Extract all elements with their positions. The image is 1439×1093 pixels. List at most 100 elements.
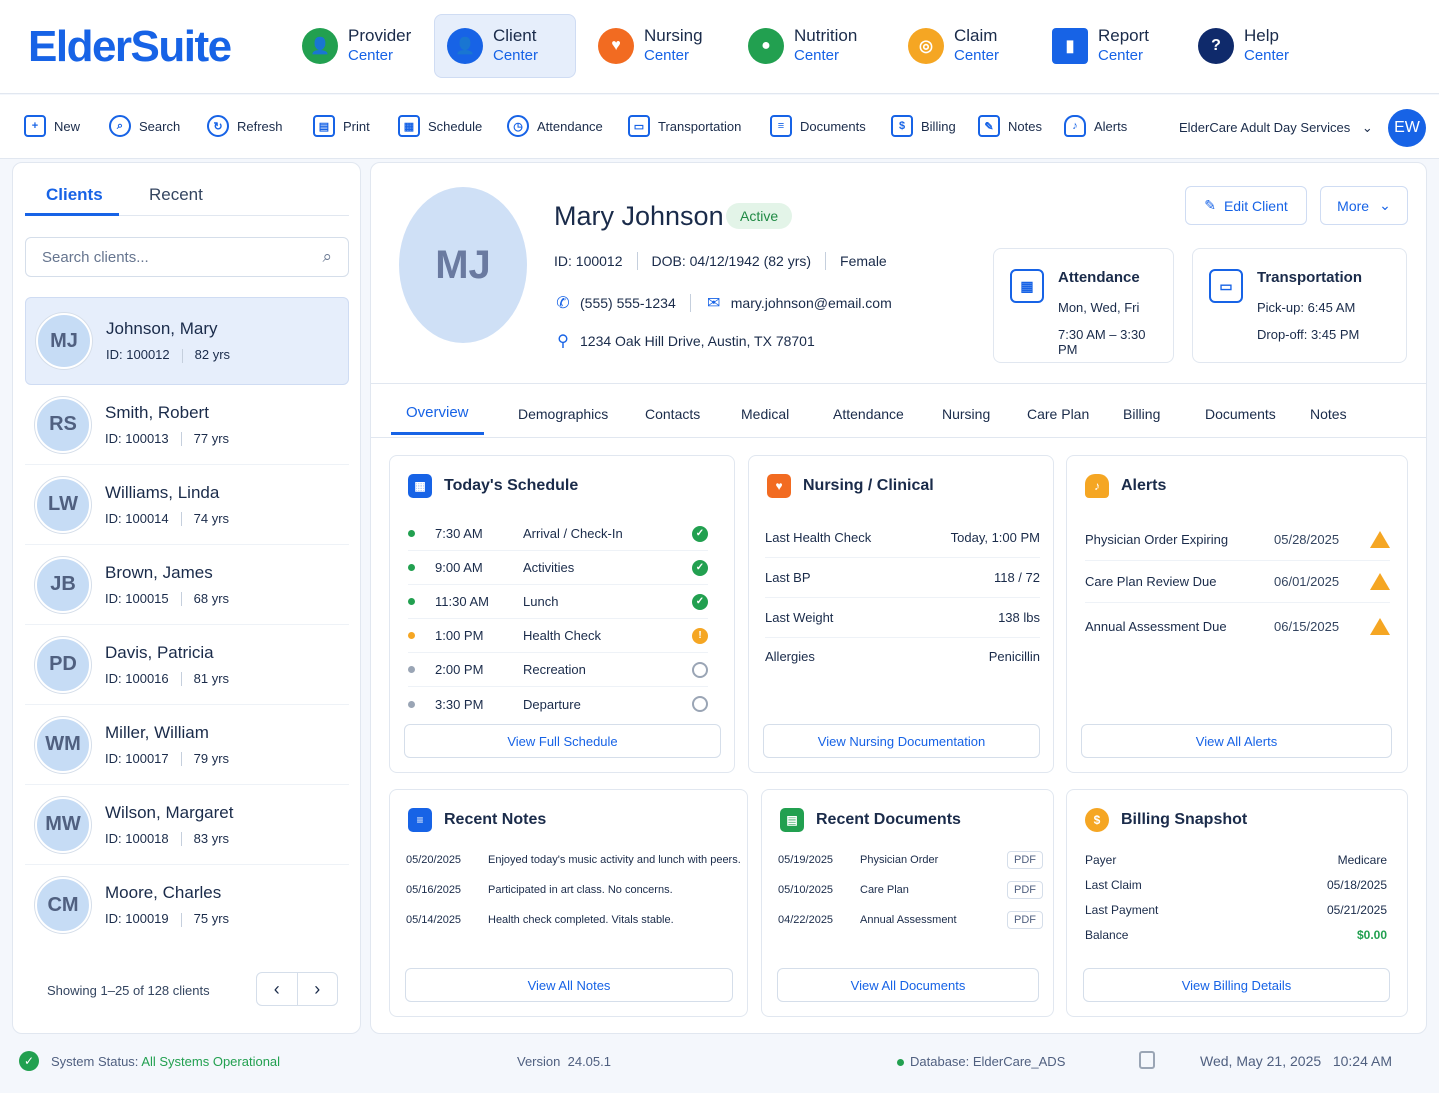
client-list-item[interactable]: CM Moore, Charles ID: 100019 75 yrs xyxy=(25,865,349,945)
document-row[interactable]: 05/19/2025 Physician Order PDF xyxy=(778,845,1043,875)
schedule-row: 1:00 PM Health Check! xyxy=(408,619,708,653)
module-title: Claim xyxy=(954,26,998,45)
client-avatar: CM xyxy=(35,877,91,933)
tab-documents[interactable]: Documents xyxy=(1205,406,1276,422)
tab-nursing[interactable]: Nursing xyxy=(942,406,990,422)
client-id: 100013 xyxy=(125,430,169,446)
view-all-notes-button[interactable]: View All Notes xyxy=(405,968,733,1002)
client-list-item[interactable]: WM Miller, William ID: 100017 79 yrs xyxy=(25,705,349,785)
schedule-row: 3:30 PM Departure xyxy=(408,687,708,721)
view-all-alerts-button[interactable]: View All Alerts xyxy=(1081,724,1392,758)
status-badge: Active xyxy=(726,203,793,229)
transportation-summary-card: ▭ Transportation Pick-up: 6:45 AM Drop-o… xyxy=(1192,248,1407,363)
search-icon: ⌕ xyxy=(322,247,332,266)
tab-medical[interactable]: Medical xyxy=(741,406,789,422)
transportation-button[interactable]: ▭ Transportation xyxy=(628,115,741,137)
document-row[interactable]: 04/22/2025 Annual Assessment PDF xyxy=(778,905,1043,935)
document-row[interactable]: 05/10/2025 Care Plan PDF xyxy=(778,875,1043,905)
alert-row[interactable]: Care Plan Review Due 06/01/2025 xyxy=(1085,561,1390,603)
edit-client-button[interactable]: ✎ Edit Client xyxy=(1185,186,1307,225)
schedule-button[interactable]: ▦ Schedule xyxy=(398,115,482,137)
next-page-button[interactable]: › xyxy=(298,973,338,1005)
module-nutrition-center[interactable]: ● Nutrition Center xyxy=(736,14,869,78)
billing-snapshot-card: $ Billing Snapshot Payer Medicare Last Cla… xyxy=(1066,789,1408,1017)
module-client-center[interactable]: 👤 Client Center xyxy=(434,14,576,78)
attendance-button[interactable]: ◷ Attendance xyxy=(507,115,603,137)
search-button[interactable]: ⌕ Search xyxy=(109,115,180,137)
tab-billing[interactable]: Billing xyxy=(1123,406,1160,422)
view-full-schedule-button[interactable]: View Full Schedule xyxy=(404,724,721,758)
print-button[interactable]: ▤ Print xyxy=(313,115,370,137)
warning-triangle-icon xyxy=(1370,531,1390,548)
tab-clients[interactable]: Clients xyxy=(46,185,103,205)
status-dot xyxy=(897,1059,904,1067)
client-age: 68 yrs xyxy=(193,590,230,606)
heart-pulse-icon: ♥ xyxy=(767,474,791,498)
previous-page-button[interactable]: ‹ xyxy=(257,973,298,1005)
tab-recent[interactable]: Recent xyxy=(149,185,203,205)
nursing-clinical-card: ♥ Nursing / Clinical Last Health Check Tod… xyxy=(748,455,1054,773)
note-row[interactable]: 05/16/2025 Participated in art class. No … xyxy=(406,875,741,905)
tab-notes[interactable]: Notes xyxy=(1310,406,1347,422)
billing-icon: $ xyxy=(891,115,913,137)
client-age: 83 yrs xyxy=(193,830,230,846)
client-age: 79 yrs xyxy=(193,750,230,766)
refresh-button[interactable]: ↻ Refresh xyxy=(207,115,283,137)
tab-care-plan[interactable]: Care Plan xyxy=(1027,406,1089,422)
documents-button[interactable]: ≡ Documents xyxy=(770,115,866,137)
search-input[interactable]: Search clients... ⌕ xyxy=(25,237,349,277)
client-list-item[interactable]: JB Brown, James ID: 100015 68 yrs xyxy=(25,545,349,625)
view-all-documents-button[interactable]: View All Documents xyxy=(777,968,1039,1002)
module-title: Report xyxy=(1098,26,1150,45)
tab-demographics[interactable]: Demographics xyxy=(518,406,608,422)
search-placeholder: Search clients... xyxy=(42,248,149,266)
view-billing-details-button[interactable]: View Billing Details xyxy=(1083,968,1390,1002)
more-button[interactable]: More ⌄ xyxy=(1320,186,1408,225)
tab-attendance[interactable]: Attendance xyxy=(833,406,904,422)
calendar-icon: ▦ xyxy=(398,115,420,137)
check-circle-icon: ✓ xyxy=(19,1051,39,1071)
schedule-row: 2:00 PM Recreation xyxy=(408,653,708,687)
tab-contacts[interactable]: Contacts xyxy=(645,406,700,422)
client-list-item[interactable]: MW Wilson, Margaret ID: 100018 83 yrs xyxy=(25,785,349,865)
note-row[interactable]: 05/20/2025 Enjoyed today's music activity… xyxy=(406,845,741,875)
client-phone[interactable]: (555) 555-1234 xyxy=(580,295,676,311)
module-nursing-center[interactable]: ♥ Nursing Center xyxy=(586,14,715,78)
organization-selector[interactable]: ElderCare Adult Day Services ⌄ xyxy=(1179,120,1373,136)
module-report-center[interactable]: ▮ Report Center xyxy=(1040,14,1161,78)
client-name: Miller, William xyxy=(105,722,209,742)
pagination-summary: Showing 1–25 of 128 clients xyxy=(47,983,210,998)
alert-row[interactable]: Physician Order Expiring 05/28/2025 xyxy=(1085,519,1390,561)
warning-circle-icon: ! xyxy=(692,627,708,644)
app-logo[interactable]: ElderSuite xyxy=(28,22,232,72)
documents-icon: ≡ xyxy=(770,115,792,137)
pencil-icon: ✎ xyxy=(1204,197,1216,213)
client-age: 77 yrs xyxy=(193,430,230,446)
client-list-item[interactable]: LW Williams, Linda ID: 100014 74 yrs xyxy=(25,465,349,545)
calendar-icon: ▦ xyxy=(408,474,432,498)
new-button[interactable]: + New xyxy=(24,115,80,137)
alerts-button[interactable]: ♪ Alerts xyxy=(1064,115,1127,137)
module-claim-center[interactable]: ◎ Claim Center xyxy=(896,14,1011,78)
notes-button[interactable]: ✎ Notes xyxy=(978,115,1042,137)
lock-icon[interactable] xyxy=(1139,1051,1155,1069)
tab-overview[interactable]: Overview xyxy=(406,404,469,421)
client-email[interactable]: mary.johnson@email.com xyxy=(731,295,892,311)
bar-chart-icon: ▮ xyxy=(1052,28,1088,64)
view-nursing-documentation-button[interactable]: View Nursing Documentation xyxy=(763,724,1040,758)
module-provider-center[interactable]: 👤 Provider Center xyxy=(290,14,423,78)
schedule-row: 9:00 AM Activities ✓ xyxy=(408,551,708,585)
module-subtitle: Center xyxy=(794,47,840,64)
alert-row[interactable]: Annual Assessment Due 06/15/2025 xyxy=(1085,605,1390,647)
module-subtitle: Center xyxy=(644,47,690,64)
location-pin-icon: ⚲ xyxy=(557,333,569,350)
user-avatar[interactable]: EW xyxy=(1388,109,1426,147)
client-list-item[interactable]: RS Smith, Robert ID: 100013 77 yrs xyxy=(25,385,349,465)
note-row[interactable]: 05/14/2025 Health check completed. Vitals… xyxy=(406,905,741,935)
client-list-item[interactable]: MJ Johnson, Mary ID: 100012 82 yrs xyxy=(25,297,349,385)
module-help-center[interactable]: ? Help Center xyxy=(1186,14,1301,78)
billing-button[interactable]: $ Billing xyxy=(891,115,956,137)
billing-row: Last Claim 05/18/2025 xyxy=(1085,877,1387,892)
client-list-item[interactable]: PD Davis, Patricia ID: 100016 81 yrs xyxy=(25,625,349,705)
bus-icon: ▭ xyxy=(1209,269,1243,303)
